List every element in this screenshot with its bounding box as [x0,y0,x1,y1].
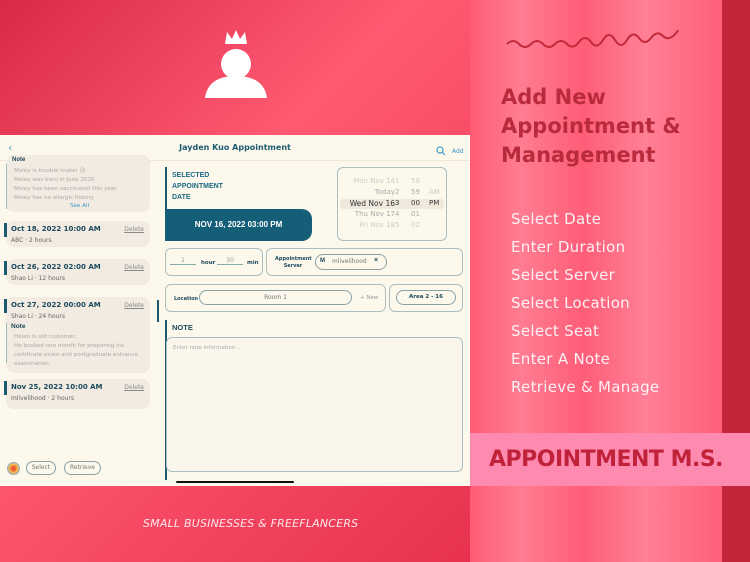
picker-hour[interactable]: 5 [395,221,399,229]
picker-hour[interactable]: 1 [395,177,399,185]
color-picker-button[interactable] [7,462,20,475]
tagline: SMALL BUSINESSES & FREEFLANCERS [143,517,359,530]
seat-box: Area 2 - 16 [389,284,463,312]
appointment-date: Oct 18, 2022 10:00 AM [11,225,101,233]
user-crown-icon [205,30,267,98]
delete-button[interactable]: Delete [124,226,144,233]
note-line: Moley has been vaccinated this year [14,186,117,192]
picker-day[interactable]: Mon Nov 14 [353,177,395,185]
appointment-date: Oct 27, 2022 00:00 AM [11,301,101,309]
picker-minute-selected[interactable]: 00 [411,199,420,207]
picker-minute[interactable]: 01 [411,210,420,218]
selected-date-label: SELECTED APPOINTMENT DATE [172,172,223,201]
minute-input[interactable]: 30 [217,257,243,265]
app-screenshot: ‹ Jayden Kuo Appointment Add Note Moley … [0,135,470,486]
appointment-card[interactable]: Oct 26, 2022 02:00 AM Delete Shao Li · 1… [4,259,150,285]
feature-list: Select Date Enter Duration Select Server… [511,205,659,401]
note-card: Note Moley is trouble maker 😕 Moley was … [6,155,150,212]
note-textarea[interactable]: Enter note information ... [166,337,463,472]
picker-day[interactable]: Fri Nov 18 [360,221,395,229]
picker-day-selected[interactable]: Wed Nov 16 [350,199,395,208]
location-field[interactable]: Room 1 [199,290,352,305]
delete-button[interactable]: Delete [124,264,144,271]
server-label: Appointment Server [275,256,312,269]
picker-hour-selected[interactable]: 3 [395,199,399,207]
note-heading: NOTE [172,323,193,332]
server-chip[interactable]: M mlivelihood × [315,254,387,270]
feature-item: Enter A Note [511,350,611,368]
appointment-card[interactable]: Nov 25, 2022 10:00 AM Delete mlivelihood… [4,379,150,409]
brand-name: APPOINTMENT M.S. [489,447,724,472]
note-line: Moley has no allergic history [14,195,95,201]
appointment-card[interactable]: Oct 18, 2022 10:00 AM Delete ABC · 2 hou… [4,221,150,247]
picker-day[interactable]: Thu Nov 17 [355,210,395,218]
new-location-button[interactable]: + New [360,295,378,301]
home-indicator [176,481,294,483]
feature-item: Enter Duration [511,238,626,256]
select-button[interactable]: Select [26,461,56,475]
location-box: Location Room 1 + New [165,284,386,312]
feature-item: Select Location [511,294,630,312]
feature-item: Select Server [511,266,616,284]
appointment-detail: ABC · 2 hours [11,237,52,244]
search-icon[interactable] [436,146,446,156]
add-button[interactable]: Add [452,148,464,155]
seat-button[interactable]: Area 2 - 16 [396,290,456,305]
note-placeholder: Enter note information ... [173,345,243,351]
server-initial: M [320,258,325,264]
note-line: Moley is trouble maker 😕 [14,168,86,174]
note-text: Helen is old customer. He booked one mon… [14,334,138,367]
location-label: Location [174,296,199,302]
see-all-link[interactable]: See All [70,203,89,209]
remove-icon[interactable]: × [374,257,378,264]
promo-headline: Add New Appointment & Management [501,85,681,167]
note-label: Note [11,323,26,330]
selected-date-value: NOV 16, 2022 03:00 PM [165,209,312,241]
feature-item: Retrieve & Manage [511,378,660,396]
note-line: Moley was born in June 2020 [14,177,95,183]
server-box: Appointment Server M mlivelihood × [266,248,463,276]
duration-box: 1 hour 30 min [165,248,263,276]
appointment-detail: Shao Li · 12 hours [11,275,66,282]
date-time-picker[interactable]: Mon Nov 14 Today Wed Nov 16 Thu Nov 17 F… [337,167,447,241]
appointment-date: Oct 26, 2022 02:00 AM [11,263,101,271]
appointment-detail: mlivelihood · 2 hours [11,395,75,402]
picker-am[interactable]: AM [429,188,440,196]
picker-minute[interactable]: 59 [411,188,420,196]
page-title: Jayden Kuo Appointment [179,143,291,152]
feature-item: Select Seat [511,322,600,340]
delete-button[interactable]: Delete [124,302,144,309]
hour-input[interactable]: 1 [170,257,196,265]
appointment-card[interactable]: Oct 27, 2022 00:00 AM Delete Shao Li · 2… [4,297,150,373]
delete-button[interactable]: Delete [124,384,144,391]
retrieve-button[interactable]: Retrieve [64,461,101,475]
picker-minute[interactable]: 02 [411,221,420,229]
feature-item: Select Date [511,210,602,228]
appointment-date: Nov 25, 2022 10:00 AM [11,383,103,391]
split-divider[interactable] [157,300,159,322]
picker-hour[interactable]: 2 [395,188,399,196]
picker-hour[interactable]: 4 [395,210,399,218]
picker-day[interactable]: Today [375,188,395,196]
picker-pm[interactable]: PM [429,199,439,207]
squiggle-decoration [506,30,679,48]
picker-minute[interactable]: 58 [411,177,420,185]
hour-label: hour [201,260,216,266]
note-label: Note [12,157,26,163]
appointment-detail: Shao Li · 24 hours [11,313,66,320]
min-label: min [247,260,259,266]
server-name: mlivelihood [332,258,367,265]
brand-banner: APPOINTMENT M.S. [470,433,750,486]
